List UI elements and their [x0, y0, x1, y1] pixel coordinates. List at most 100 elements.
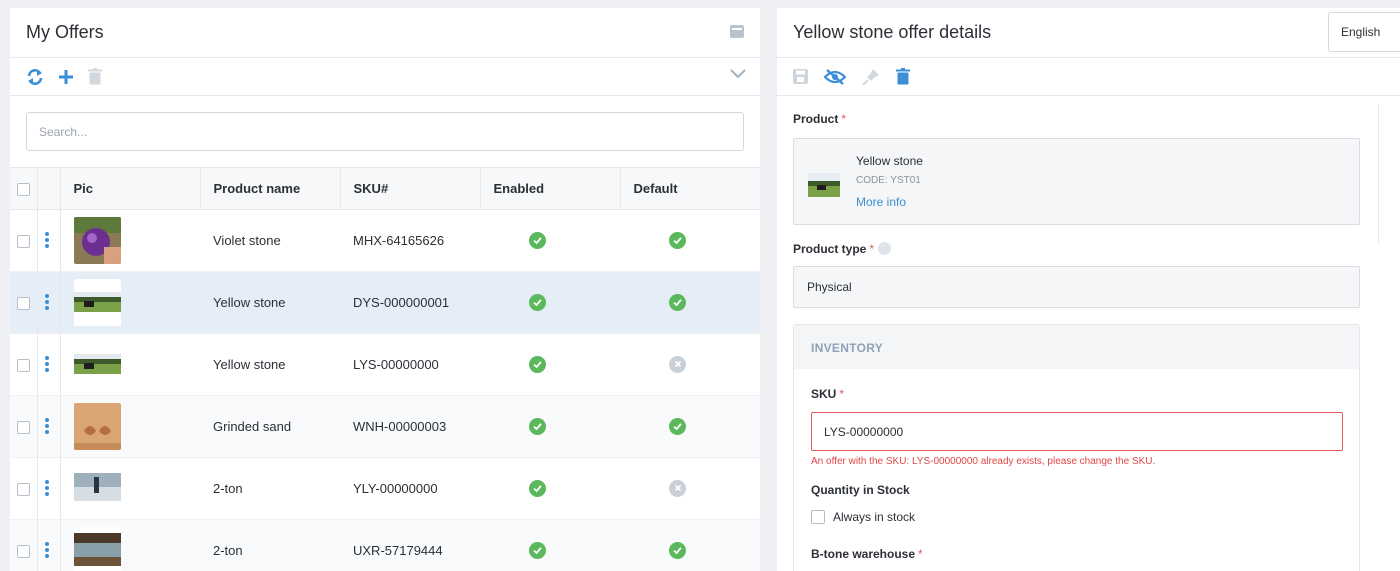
row-select-cell: [10, 271, 38, 334]
row-checkbox[interactable]: [17, 420, 30, 434]
row-pic-cell: [60, 333, 201, 396]
trash-icon[interactable]: [88, 68, 102, 85]
not-default-x-icon[interactable]: [669, 479, 686, 497]
details-title: Yellow stone offer details: [793, 22, 992, 42]
product-code: CODE: YST01: [856, 175, 921, 186]
pin-icon[interactable]: [862, 68, 880, 86]
column-header-sku[interactable]: SKU#: [340, 168, 481, 210]
row-enabled-cell: [480, 457, 620, 520]
column-header-product-name[interactable]: Product name: [200, 168, 341, 210]
language-select[interactable]: English: [1328, 12, 1400, 52]
row-checkbox[interactable]: [17, 296, 30, 310]
enabled-check-icon[interactable]: [529, 479, 546, 497]
chevron-down-icon[interactable]: [730, 69, 746, 79]
always-in-stock-label: Always in stock: [833, 510, 916, 524]
sku-field[interactable]: [811, 412, 1343, 451]
default-check-icon[interactable]: [669, 293, 686, 311]
row-default-cell: [620, 457, 760, 520]
table-row[interactable]: Yellow stone LYS-00000000: [10, 333, 760, 396]
panel-toggle-icon[interactable]: [730, 25, 744, 38]
row-pic-cell: [60, 519, 200, 571]
enabled-check-icon[interactable]: [529, 541, 546, 559]
row-checkbox[interactable]: [17, 544, 30, 558]
row-enabled-cell: [480, 333, 620, 396]
always-in-stock-option[interactable]: Always in stock: [811, 510, 1359, 524]
row-sku: UXR-57179444: [340, 519, 480, 571]
row-menu-icon[interactable]: [44, 480, 49, 496]
product-thumbnail: [73, 340, 201, 388]
side-scroll-track[interactable]: [1378, 104, 1400, 244]
row-select-cell: [10, 209, 38, 272]
offers-toolbar: [10, 58, 760, 96]
row-menu-icon[interactable]: [44, 418, 49, 434]
inventory-title: INVENTORY: [794, 325, 1359, 369]
required-mark: *: [869, 242, 875, 256]
hide-icon[interactable]: [824, 68, 846, 85]
info-icon[interactable]: [878, 242, 892, 255]
product-thumbnail: [808, 173, 840, 197]
product-type-label: Product type *: [793, 242, 1377, 256]
column-header-default[interactable]: Default: [620, 168, 760, 210]
row-enabled-cell: [480, 271, 620, 334]
row-sku: LYS-00000000: [340, 333, 480, 396]
refresh-icon[interactable]: [26, 68, 44, 86]
row-pic-cell: [60, 209, 200, 272]
offers-header: My Offers: [10, 8, 760, 58]
details-header: Yellow stone offer details English: [777, 8, 1400, 58]
row-menu-icon[interactable]: [44, 232, 49, 248]
row-product-name: Yellow stone: [200, 271, 340, 334]
select-all-checkbox[interactable]: [17, 182, 30, 196]
row-menu-icon[interactable]: [44, 356, 49, 372]
required-mark: *: [839, 387, 845, 401]
column-header-pic[interactable]: Pic: [60, 168, 201, 210]
product-name: Yellow stone: [856, 154, 923, 168]
product-type-field[interactable]: Physical: [793, 266, 1360, 308]
row-menu-cell: [37, 271, 61, 334]
table-row[interactable]: 2-ton UXR-57179444: [10, 519, 760, 571]
default-check-icon[interactable]: [669, 417, 686, 435]
sku-label: SKU *: [811, 387, 1359, 401]
search-input[interactable]: [26, 112, 744, 151]
product-thumbnail: [73, 278, 201, 326]
add-icon[interactable]: [58, 69, 74, 85]
always-in-stock-checkbox[interactable]: [811, 510, 825, 524]
warehouse-label: B-tone warehouse *: [811, 547, 1359, 561]
enabled-check-icon[interactable]: [529, 231, 546, 249]
default-check-icon[interactable]: [669, 231, 686, 249]
row-checkbox[interactable]: [17, 482, 30, 496]
row-checkbox[interactable]: [17, 358, 30, 372]
row-menu-icon[interactable]: [44, 294, 49, 310]
table-row[interactable]: Violet stone MHX-64165626: [10, 209, 760, 272]
row-checkbox[interactable]: [17, 234, 30, 248]
table-row[interactable]: Yellow stone DYS-000000001: [10, 271, 760, 334]
delete-icon[interactable]: [896, 68, 910, 85]
row-enabled-cell: [480, 209, 620, 272]
offers-panel: My Offers Pic Product name SKU#: [10, 8, 760, 571]
enabled-check-icon[interactable]: [529, 355, 546, 373]
more-info-link[interactable]: More info: [856, 195, 906, 209]
row-default-cell: [620, 271, 760, 334]
row-default-cell: [620, 209, 760, 272]
row-menu-cell: [37, 457, 61, 520]
not-default-x-icon[interactable]: [669, 355, 686, 373]
product-label: Product *: [793, 112, 1377, 126]
row-enabled-cell: [480, 519, 620, 571]
column-header-enabled[interactable]: Enabled: [480, 168, 621, 210]
table-row[interactable]: Grinded sand WNH-00000003: [10, 395, 760, 458]
product-thumbnail: [73, 464, 201, 512]
product-card: Yellow stone CODE: YST01 More info: [793, 138, 1360, 225]
enabled-check-icon[interactable]: [529, 293, 546, 311]
row-default-cell: [620, 333, 760, 396]
enabled-check-icon[interactable]: [529, 417, 546, 435]
row-product-name: Yellow stone: [200, 333, 340, 396]
details-form: Product * Yellow stone CODE: YST01 More i…: [777, 96, 1377, 571]
row-menu-icon[interactable]: [44, 542, 49, 558]
row-sku: WNH-00000003: [340, 395, 480, 458]
default-check-icon[interactable]: [669, 541, 686, 559]
row-select-cell: [10, 457, 38, 520]
row-menu-cell: [37, 519, 61, 571]
details-toolbar: [777, 58, 1400, 96]
quantity-label: Quantity in Stock: [811, 483, 910, 497]
save-icon[interactable]: [793, 69, 808, 84]
table-row[interactable]: 2-ton YLY-00000000: [10, 457, 760, 520]
